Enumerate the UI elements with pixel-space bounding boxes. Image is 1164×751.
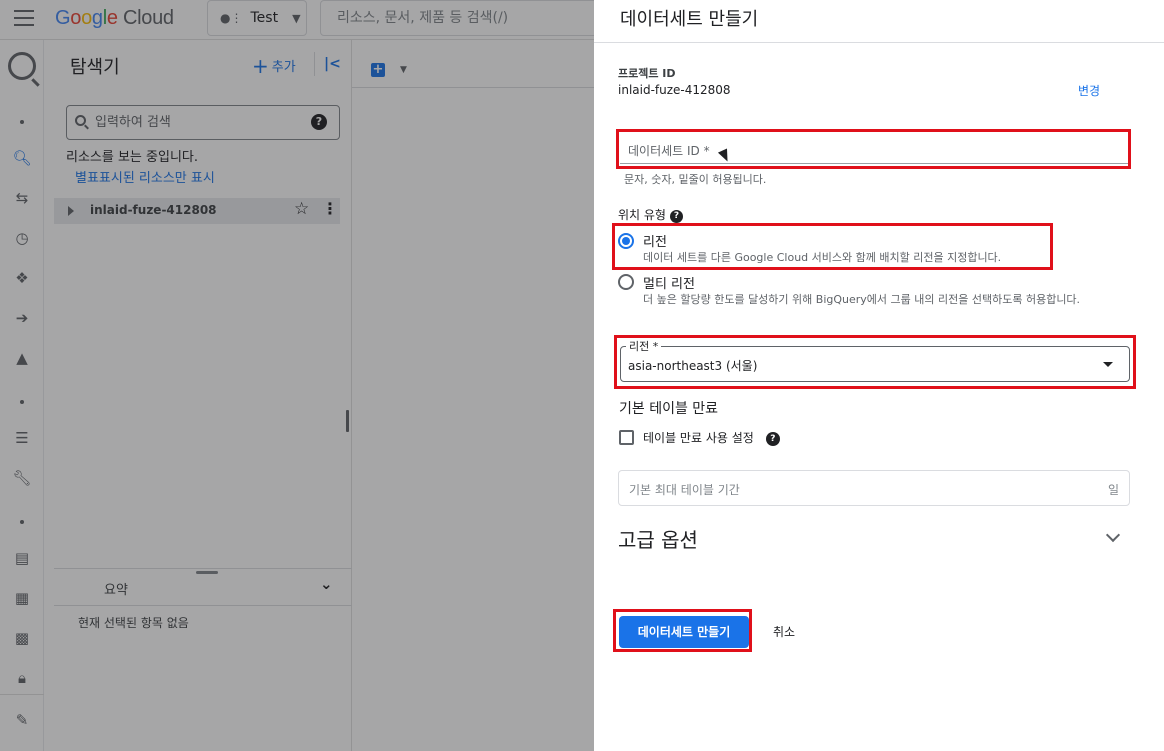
change-project-link[interactable]: 변경 <box>1078 82 1100 99</box>
enable-expiration-checkbox[interactable] <box>619 430 634 445</box>
dataset-id-placeholder: 데이터세트 ID * <box>628 144 710 158</box>
multi-region-radio[interactable] <box>618 274 634 290</box>
advanced-options-toggle[interactable]: 고급 옵션 <box>618 524 698 553</box>
create-dataset-button[interactable]: 데이터세트 만들기 <box>619 616 749 648</box>
mouse-cursor-icon <box>717 148 733 164</box>
enable-expiration-label: 테이블 만료 사용 설정? <box>643 429 780 446</box>
help-icon[interactable]: ? <box>765 432 780 446</box>
project-id-value: inlaid-fuze-412808 <box>618 83 731 97</box>
dialog-divider <box>594 42 1164 43</box>
cancel-button[interactable]: 취소 <box>773 623 795 640</box>
region-option-description: 데이터 세트를 다른 Google Cloud 서비스와 함께 배치할 리전을 … <box>643 251 1002 264</box>
location-type-label: 위치 유형? <box>618 206 683 223</box>
location-type-text: 위치 유형 <box>618 208 666 222</box>
modal-scrim[interactable] <box>0 0 594 751</box>
max-table-age-input[interactable]: 기본 최대 테이블 기간 일 <box>618 470 1130 506</box>
max-table-age-placeholder: 기본 최대 테이블 기간 <box>629 483 740 497</box>
region-radio[interactable] <box>618 233 634 249</box>
help-icon[interactable]: ? <box>669 210 683 223</box>
region-select[interactable]: 리전 * asia-northeast3 (서울) <box>620 338 1130 382</box>
dataset-id-input[interactable]: 데이터세트 ID * <box>620 134 1128 164</box>
dialog-title: 데이터세트 만들기 <box>620 9 759 30</box>
multi-region-option-title[interactable]: 멀티 리전 <box>643 273 695 292</box>
chevron-down-icon[interactable] <box>1105 527 1121 543</box>
default-expiration-heading: 기본 테이블 만료 <box>619 401 719 417</box>
days-suffix: 일 <box>1107 483 1119 497</box>
dataset-id-hint: 문자, 숫자, 밑줄이 허용됩니다. <box>624 173 767 186</box>
project-id-label: 프로젝트 ID <box>618 67 676 80</box>
region-select-value: asia-northeast3 (서울) <box>628 359 758 373</box>
region-select-label: 리전 * <box>626 338 662 354</box>
region-option-title[interactable]: 리전 <box>643 231 667 250</box>
multi-region-option-description: 더 높은 할당량 한도를 달성하기 위해 BigQuery에서 그룹 내의 리전… <box>643 293 1081 306</box>
create-dataset-dialog: 데이터세트 만들기 프로젝트 ID inlaid-fuze-412808 변경 … <box>594 0 1164 751</box>
enable-expiration-text[interactable]: 테이블 만료 사용 설정 <box>643 431 754 445</box>
dropdown-arrow-icon <box>1103 362 1113 367</box>
